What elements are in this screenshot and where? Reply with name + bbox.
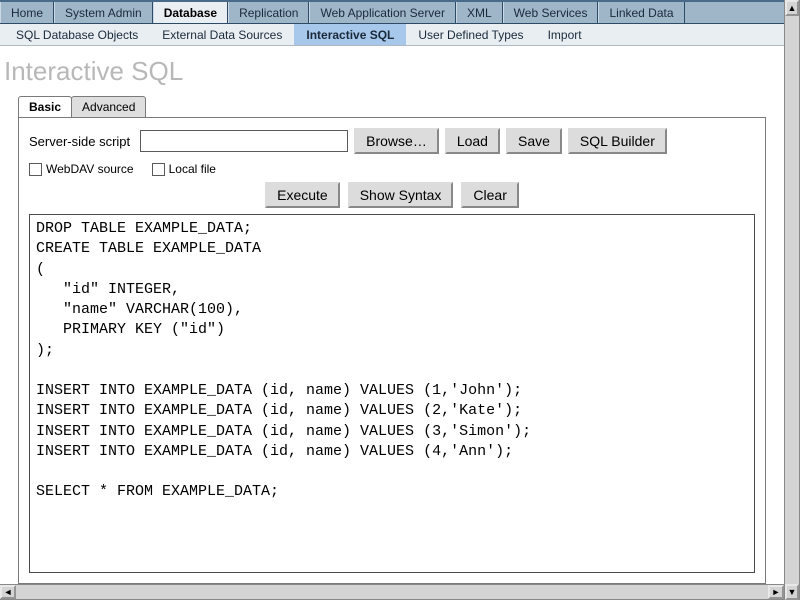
subnav-label: User Defined Types	[418, 28, 523, 42]
webdav-label: WebDAV source	[46, 162, 134, 176]
button-label: Show Syntax	[360, 187, 442, 203]
inner-tabs-wrap: Basic Advanced	[0, 95, 784, 117]
page-title: Interactive SQL	[0, 46, 784, 95]
topnav-label: Database	[164, 6, 217, 20]
top-nav: Home System Admin Database Replication W…	[0, 2, 784, 24]
scroll-up-icon[interactable]: ▲	[785, 0, 799, 16]
topnav-label: System Admin	[65, 6, 142, 20]
horizontal-scrollbar[interactable]: ◄ ►	[0, 584, 784, 600]
viewport: Home System Admin Database Replication W…	[0, 0, 800, 600]
hscroll-track[interactable]	[16, 585, 768, 599]
browse-button[interactable]: Browse…	[354, 128, 439, 154]
localfile-group: Local file	[152, 162, 216, 176]
subnav-label: Import	[548, 28, 582, 42]
topnav-label: Web Services	[514, 6, 588, 20]
tab-label: Advanced	[82, 100, 135, 114]
topnav-replication[interactable]: Replication	[228, 2, 309, 23]
topnav-system-admin[interactable]: System Admin	[54, 2, 153, 23]
webdav-group: WebDAV source	[29, 162, 134, 176]
load-button[interactable]: Load	[445, 128, 500, 154]
topnav-web-services[interactable]: Web Services	[503, 2, 599, 23]
scroll-left-icon[interactable]: ◄	[0, 585, 16, 599]
vscroll-thumb[interactable]	[785, 16, 799, 584]
vscroll-track[interactable]	[785, 16, 799, 584]
subnav-interactive-sql[interactable]: Interactive SQL	[294, 24, 406, 45]
sql-textarea[interactable]	[29, 214, 755, 573]
panel-basic: Server-side script Browse… Load Save SQL…	[18, 117, 766, 584]
sql-builder-button[interactable]: SQL Builder	[568, 128, 667, 154]
subnav-user-types[interactable]: User Defined Types	[406, 24, 535, 45]
button-label: Execute	[277, 187, 328, 203]
button-label: Save	[518, 133, 550, 149]
topnav-database[interactable]: Database	[153, 2, 228, 23]
subnav-external-data[interactable]: External Data Sources	[150, 24, 294, 45]
subnav-import[interactable]: Import	[536, 24, 594, 45]
clear-button[interactable]: Clear	[461, 182, 518, 208]
checkbox-row: WebDAV source Local file	[29, 162, 755, 176]
exec-row: Execute Show Syntax Clear	[29, 182, 755, 208]
subnav-label: External Data Sources	[162, 28, 282, 42]
topnav-web-app-server[interactable]: Web Application Server	[309, 2, 456, 23]
tab-basic[interactable]: Basic	[18, 96, 72, 117]
vertical-scrollbar[interactable]: ▲ ▼	[784, 0, 800, 600]
localfile-checkbox[interactable]	[152, 163, 165, 176]
script-label: Server-side script	[29, 134, 130, 149]
tab-label: Basic	[29, 100, 61, 114]
topnav-label: Replication	[239, 6, 298, 20]
subnav-sql-objects[interactable]: SQL Database Objects	[4, 24, 150, 45]
main-area: Basic Advanced Server-side script Browse…	[0, 95, 784, 584]
topnav-label: Linked Data	[609, 6, 673, 20]
save-button[interactable]: Save	[506, 128, 562, 154]
button-label: Browse…	[366, 133, 427, 149]
button-label: Clear	[473, 187, 506, 203]
scroll-down-icon[interactable]: ▼	[785, 584, 799, 600]
inner-tabs: Basic Advanced	[18, 95, 766, 117]
script-row: Server-side script Browse… Load Save SQL…	[29, 128, 755, 154]
content-column: Home System Admin Database Replication W…	[0, 0, 784, 600]
webdav-checkbox[interactable]	[29, 163, 42, 176]
topnav-label: Home	[11, 6, 43, 20]
subnav-label: SQL Database Objects	[16, 28, 138, 42]
topnav-label: XML	[467, 6, 492, 20]
localfile-label: Local file	[169, 162, 216, 176]
tab-advanced[interactable]: Advanced	[71, 96, 146, 117]
script-input[interactable]	[140, 130, 348, 152]
scroll-right-icon[interactable]: ►	[768, 585, 784, 599]
topnav-label: Web Application Server	[320, 6, 445, 20]
sub-nav: SQL Database Objects External Data Sourc…	[0, 24, 784, 46]
button-label: Load	[457, 133, 488, 149]
topnav-home[interactable]: Home	[0, 2, 54, 23]
button-label: SQL Builder	[580, 133, 655, 149]
subnav-label: Interactive SQL	[306, 28, 394, 42]
show-syntax-button[interactable]: Show Syntax	[348, 182, 454, 208]
execute-button[interactable]: Execute	[265, 182, 340, 208]
topnav-linked-data[interactable]: Linked Data	[598, 2, 684, 23]
topnav-xml[interactable]: XML	[456, 2, 503, 23]
